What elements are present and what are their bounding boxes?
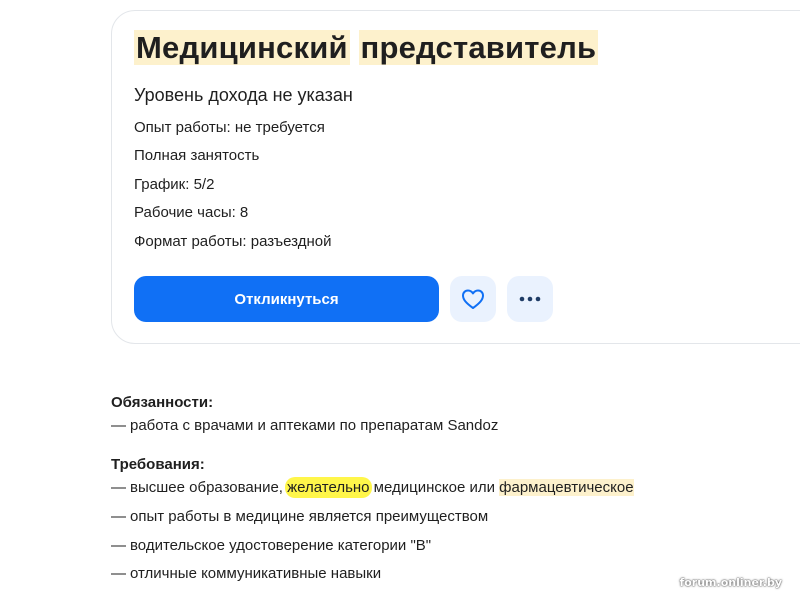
vacancy-title: Медицинский представитель <box>134 28 599 68</box>
requirement-item: — водительское удостоверение категории "В… <box>111 536 431 556</box>
requirements-heading: Требования: <box>111 456 205 473</box>
duties-heading: Обязанности: <box>111 394 214 411</box>
fact-employment: Полная занятость <box>134 147 260 164</box>
fact-schedule: График: 5/2 <box>134 176 215 193</box>
salary-text: Уровень дохода не указан <box>134 85 353 105</box>
list-dash: — <box>111 537 126 554</box>
keyword-highlight: фармацевтическое <box>499 479 634 496</box>
req-text-before: высшее образование, <box>130 479 288 496</box>
list-dash: — <box>111 417 126 434</box>
list-dash: — <box>111 508 126 525</box>
favorite-button[interactable] <box>450 276 496 322</box>
req-text: опыт работы в медицине является преимуще… <box>130 508 489 525</box>
req-text: отличные коммуникативные навыки <box>130 565 382 582</box>
fact-experience: Опыт работы: не требуется <box>134 119 325 136</box>
fact-work-format: Формат работы: разъездной <box>134 233 332 250</box>
watermark: forum.onliner.by <box>679 576 782 589</box>
req-text: водительское удостоверение категории "В" <box>130 537 432 554</box>
title-word-1: Медицинский <box>134 30 350 65</box>
marker-highlight: желательно <box>285 477 372 498</box>
more-dots-icon <box>519 296 541 302</box>
list-dash: — <box>111 565 126 582</box>
respond-button[interactable]: Откликнуться <box>134 276 439 322</box>
more-button[interactable] <box>507 276 553 322</box>
duty-item: — работа с врачами и аптеками по препарат… <box>111 416 498 436</box>
requirement-item: — опыт работы в медицине является преимущ… <box>111 507 488 527</box>
requirement-item: — отличные коммуникативные навыки <box>111 564 381 584</box>
duty-text: работа с врачами и аптеками по препарата… <box>130 417 499 434</box>
requirement-item: — высшее образование, желательно медицинс… <box>111 477 634 498</box>
fact-hours: Рабочие часы: 8 <box>134 204 249 221</box>
list-dash: — <box>111 479 126 496</box>
heart-icon <box>462 289 484 309</box>
title-word-2: представитель <box>358 30 599 65</box>
req-text-middle: медицинское или <box>369 479 500 496</box>
